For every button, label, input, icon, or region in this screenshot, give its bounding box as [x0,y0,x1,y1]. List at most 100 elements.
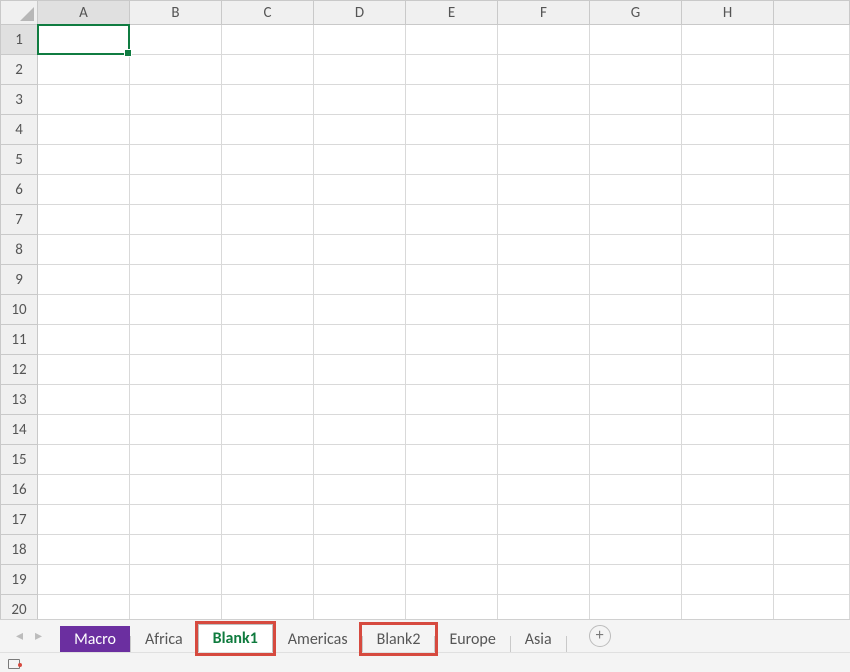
cell[interactable] [498,445,590,475]
cell[interactable] [130,355,222,385]
cell[interactable] [222,445,314,475]
cell[interactable] [590,415,682,445]
cell[interactable] [130,595,222,619]
cell[interactable] [406,415,498,445]
cell[interactable] [590,295,682,325]
cell[interactable] [38,445,130,475]
cell[interactable] [682,475,774,505]
cell[interactable] [590,385,682,415]
cell[interactable] [314,85,406,115]
cell[interactable] [130,205,222,235]
cell[interactable] [314,115,406,145]
cell[interactable] [774,145,850,175]
row-header[interactable]: 5 [1,145,38,175]
cell[interactable] [130,115,222,145]
cell[interactable] [130,295,222,325]
add-sheet-button[interactable]: + [589,625,611,647]
cell[interactable] [774,55,850,85]
sheet-tab-europe[interactable]: Europe [435,626,509,652]
cell[interactable] [682,295,774,325]
row-header[interactable]: 12 [1,355,38,385]
cell[interactable] [498,145,590,175]
cell[interactable] [38,595,130,619]
cell[interactable] [590,355,682,385]
cell[interactable] [406,325,498,355]
cell[interactable] [314,55,406,85]
row-header[interactable]: 3 [1,85,38,115]
column-header-overflow[interactable] [774,1,850,25]
cell[interactable] [590,445,682,475]
cell[interactable] [682,595,774,619]
cell[interactable] [406,505,498,535]
cell[interactable] [590,535,682,565]
sheet-tab-blank1[interactable]: Blank1 [198,624,273,652]
cell[interactable] [314,535,406,565]
cell[interactable] [498,115,590,145]
row-header[interactable]: 1 [1,25,38,55]
row-header[interactable]: 18 [1,535,38,565]
cell[interactable] [38,325,130,355]
cell[interactable] [590,55,682,85]
cell[interactable] [130,235,222,265]
cell[interactable] [38,115,130,145]
cell[interactable] [498,205,590,235]
cell[interactable] [314,295,406,325]
cell[interactable] [314,175,406,205]
cell[interactable] [130,475,222,505]
cell[interactable] [406,55,498,85]
cell[interactable] [498,325,590,355]
cell[interactable] [222,175,314,205]
row-header[interactable]: 2 [1,55,38,85]
cell[interactable] [314,355,406,385]
cell[interactable] [774,355,850,385]
cell[interactable] [38,355,130,385]
cell[interactable] [498,415,590,445]
cell[interactable] [38,205,130,235]
cell[interactable] [774,265,850,295]
cell[interactable] [130,55,222,85]
cell[interactable] [682,325,774,355]
cell[interactable] [222,475,314,505]
cell[interactable] [222,295,314,325]
row-header[interactable]: 14 [1,415,38,445]
cell[interactable] [774,115,850,145]
cell[interactable] [130,385,222,415]
cell[interactable] [222,205,314,235]
cell[interactable] [222,55,314,85]
cell[interactable] [406,565,498,595]
cell[interactable] [774,25,850,55]
cell[interactable] [774,565,850,595]
cell[interactable] [222,535,314,565]
cell[interactable] [590,85,682,115]
cell[interactable] [682,385,774,415]
cell[interactable] [590,325,682,355]
cell[interactable] [222,25,314,55]
cell[interactable] [774,85,850,115]
cell[interactable] [774,505,850,535]
cell[interactable] [314,205,406,235]
cell[interactable] [498,235,590,265]
cell[interactable] [130,25,222,55]
worksheet-grid[interactable]: A B C D E F G H 1 2 3 4 5 6 7 8 [0,0,850,619]
cell[interactable] [222,265,314,295]
row-header[interactable]: 13 [1,385,38,415]
cell[interactable] [406,235,498,265]
cell[interactable] [406,25,498,55]
cell[interactable] [222,115,314,145]
cell[interactable] [498,265,590,295]
sheet-tab-blank2[interactable]: Blank2 [363,626,435,652]
cell[interactable] [38,565,130,595]
cell[interactable] [498,505,590,535]
column-header[interactable]: F [498,1,590,25]
cell[interactable] [38,55,130,85]
cell[interactable] [222,565,314,595]
cell[interactable] [590,265,682,295]
cell[interactable] [590,505,682,535]
cell[interactable] [590,145,682,175]
cell[interactable] [498,535,590,565]
cell[interactable] [682,565,774,595]
cell[interactable] [314,475,406,505]
row-header[interactable]: 7 [1,205,38,235]
cell[interactable] [682,265,774,295]
cell[interactable] [38,85,130,115]
